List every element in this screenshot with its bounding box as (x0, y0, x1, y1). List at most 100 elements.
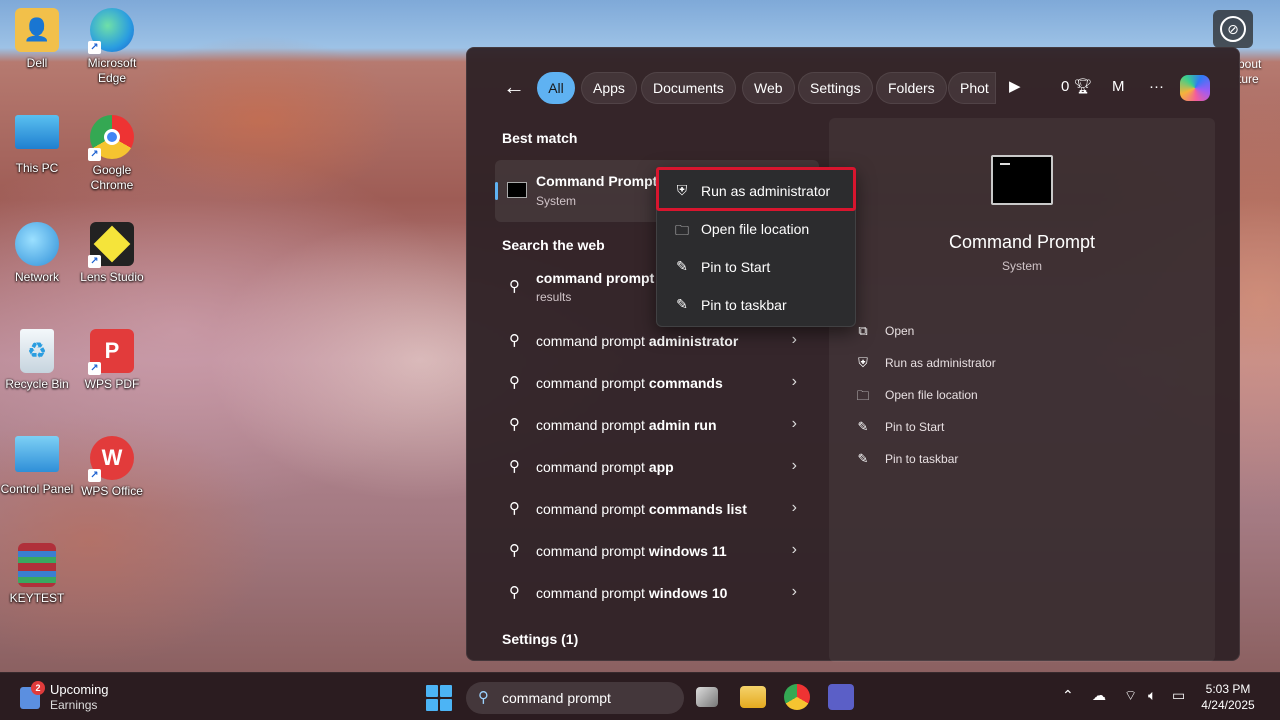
corner-label-line: bout (1238, 57, 1261, 71)
teams-icon[interactable] (828, 684, 854, 710)
battery-icon[interactable]: ▭ (1172, 687, 1185, 704)
desktop-icon-wps-office[interactable]: W↗ WPS Office (75, 436, 149, 499)
desktop-icon-edge[interactable]: ↗ Microsoft Edge (75, 8, 149, 86)
desktop-icon-chrome[interactable]: ↗ Google Chrome (75, 115, 149, 193)
wps-office-icon: W↗ (90, 436, 134, 480)
account-initial[interactable]: M (1112, 76, 1125, 98)
folder-icon: 👤 (15, 8, 59, 52)
desktop-icon-dell[interactable]: 👤 Dell (0, 8, 74, 71)
web-result[interactable]: ⚲ command prompt commands › (495, 364, 819, 404)
shortcut-arrow-icon: ↗ (88, 148, 101, 161)
action-open-file-location[interactable]: 🗀 Open file location (855, 385, 1155, 407)
shortcut-arrow-icon: ↗ (88, 41, 101, 54)
chevron-right-icon[interactable]: › (792, 373, 797, 391)
pin-icon: ✎ (673, 258, 691, 275)
web-result[interactable]: ⚲ command prompt windows 11 › (495, 532, 819, 572)
desktop-icon-this-pc[interactable]: This PC (0, 115, 74, 176)
web-result-bold: app (649, 459, 674, 475)
web-result[interactable]: ⚲ command prompt admin run › (495, 406, 819, 446)
desktop-icon-label: WPS Office (81, 484, 143, 499)
action-label: Run as administrator (885, 356, 996, 370)
filter-photos[interactable]: Phot (948, 72, 996, 104)
pin-icon: ✎ (855, 451, 871, 467)
chevron-right-icon[interactable]: › (792, 415, 797, 433)
onedrive-icon[interactable]: ☁ (1092, 687, 1106, 704)
web-result-plain: command prompt (536, 375, 649, 391)
copilot-icon[interactable] (1180, 75, 1210, 101)
ctx-item-label: Open file location (701, 221, 809, 237)
more-options-icon[interactable]: ··· (1149, 76, 1164, 98)
chevron-right-icon[interactable]: › (792, 331, 797, 349)
widget-line2: Earnings (50, 698, 97, 712)
action-label: Open (885, 324, 914, 338)
filter-folders[interactable]: Folders (876, 72, 947, 104)
task-view-icon[interactable] (696, 687, 718, 707)
desktop-icon-lens-studio[interactable]: ↗ Lens Studio (75, 222, 149, 285)
rewards-points[interactable]: 0 🏆︎ (1061, 76, 1093, 98)
network-icon (15, 222, 59, 266)
filter-documents[interactable]: Documents (641, 72, 736, 104)
selection-indicator (495, 182, 498, 200)
desktop-icon-label: Microsoft Edge (75, 56, 149, 86)
ctx-item-label: Pin to taskbar (701, 297, 787, 313)
web-result-text: command prompt app (536, 459, 674, 475)
chevron-right-icon[interactable]: › (792, 541, 797, 559)
shortcut-arrow-icon: ↗ (88, 255, 101, 268)
filter-all[interactable]: All (537, 72, 575, 104)
desktop-icon-wps-pdf[interactable]: P↗ WPS PDF (75, 329, 149, 392)
open-external-icon: ⧉ (855, 323, 871, 339)
web-result-text: command prompt windows 11 (536, 543, 727, 559)
web-result-query: command prompt (536, 270, 654, 286)
action-pin-to-taskbar[interactable]: ✎ Pin to taskbar (855, 449, 1155, 471)
web-result-plain: command prompt (536, 543, 649, 559)
desktop-icon-recycle-bin[interactable]: ♻ Recycle Bin (0, 329, 74, 392)
file-explorer-icon[interactable] (740, 686, 766, 708)
web-result-plain: command prompt (536, 585, 649, 601)
chevron-right-icon[interactable]: › (792, 457, 797, 475)
clock[interactable]: 5:03 PM 4/24/2025 (1188, 681, 1268, 713)
desktop-icon-network[interactable]: Network (0, 222, 74, 285)
monitor-icon (15, 115, 59, 149)
windows-start-icon[interactable] (426, 685, 452, 711)
shield-icon: ⛨ (673, 182, 691, 199)
web-result[interactable]: ⚲ command prompt commands list › (495, 490, 819, 530)
ctx-pin-to-taskbar[interactable]: ✎ Pin to taskbar (661, 287, 853, 323)
chevron-up-icon[interactable]: ⌃ (1062, 687, 1074, 704)
action-pin-to-start[interactable]: ✎ Pin to Start (855, 417, 1155, 439)
desktop-icon-keytest[interactable]: KEYTEST (0, 543, 74, 606)
chevron-right-icon[interactable]: › (792, 583, 797, 601)
recycle-bin-icon: ♻ (20, 329, 54, 373)
play-more-filters-icon[interactable]: ▶ (1009, 76, 1021, 98)
action-run-as-admin[interactable]: ⛨ Run as administrator (855, 353, 1155, 375)
shortcut-arrow-icon: ↗ (88, 362, 101, 375)
widgets-button[interactable]: 2 Upcoming Earnings (18, 679, 138, 715)
web-result[interactable]: ⚲ command prompt windows 10 › (495, 574, 819, 614)
filter-apps[interactable]: Apps (581, 72, 637, 104)
filter-settings[interactable]: Settings (798, 72, 873, 104)
back-arrow-icon[interactable]: ← (503, 76, 525, 98)
search-icon: ⚲ (509, 415, 520, 433)
volume-icon[interactable]: 🔈︎ (1148, 687, 1156, 704)
taskbar-search-box[interactable]: ⚲ command prompt (466, 682, 684, 714)
action-open[interactable]: ⧉ Open (855, 321, 1155, 343)
search-web-heading: Search the web (502, 237, 605, 253)
web-result-bold: windows 10 (649, 585, 728, 601)
web-result-bold: commands list (649, 501, 747, 517)
ctx-run-as-admin[interactable]: ⛨ Run as administrator (661, 173, 853, 209)
web-result[interactable]: ⚲ command prompt app › (495, 448, 819, 488)
widget-button[interactable]: ⊘ (1213, 10, 1253, 48)
search-icon: ⚲ (509, 541, 520, 559)
chrome-icon[interactable] (784, 684, 810, 710)
filter-web[interactable]: Web (742, 72, 795, 104)
best-match-type: System (536, 194, 576, 208)
corner-label-line: ture (1238, 72, 1259, 86)
desktop-icon-control-panel[interactable]: Control Panel (0, 436, 74, 497)
chevron-right-icon[interactable]: › (792, 499, 797, 517)
ctx-open-file-location[interactable]: 🗀 Open file location (661, 211, 853, 247)
notification-badge: 2 (31, 681, 45, 695)
ctx-pin-to-start[interactable]: ✎ Pin to Start (661, 249, 853, 285)
web-result-plain: command prompt (536, 501, 649, 517)
web-result[interactable]: ⚲ command prompt administrator › (495, 322, 819, 362)
wifi-icon[interactable]: ⌔ (1124, 687, 1137, 705)
settings-heading[interactable]: Settings (1) (502, 631, 578, 647)
